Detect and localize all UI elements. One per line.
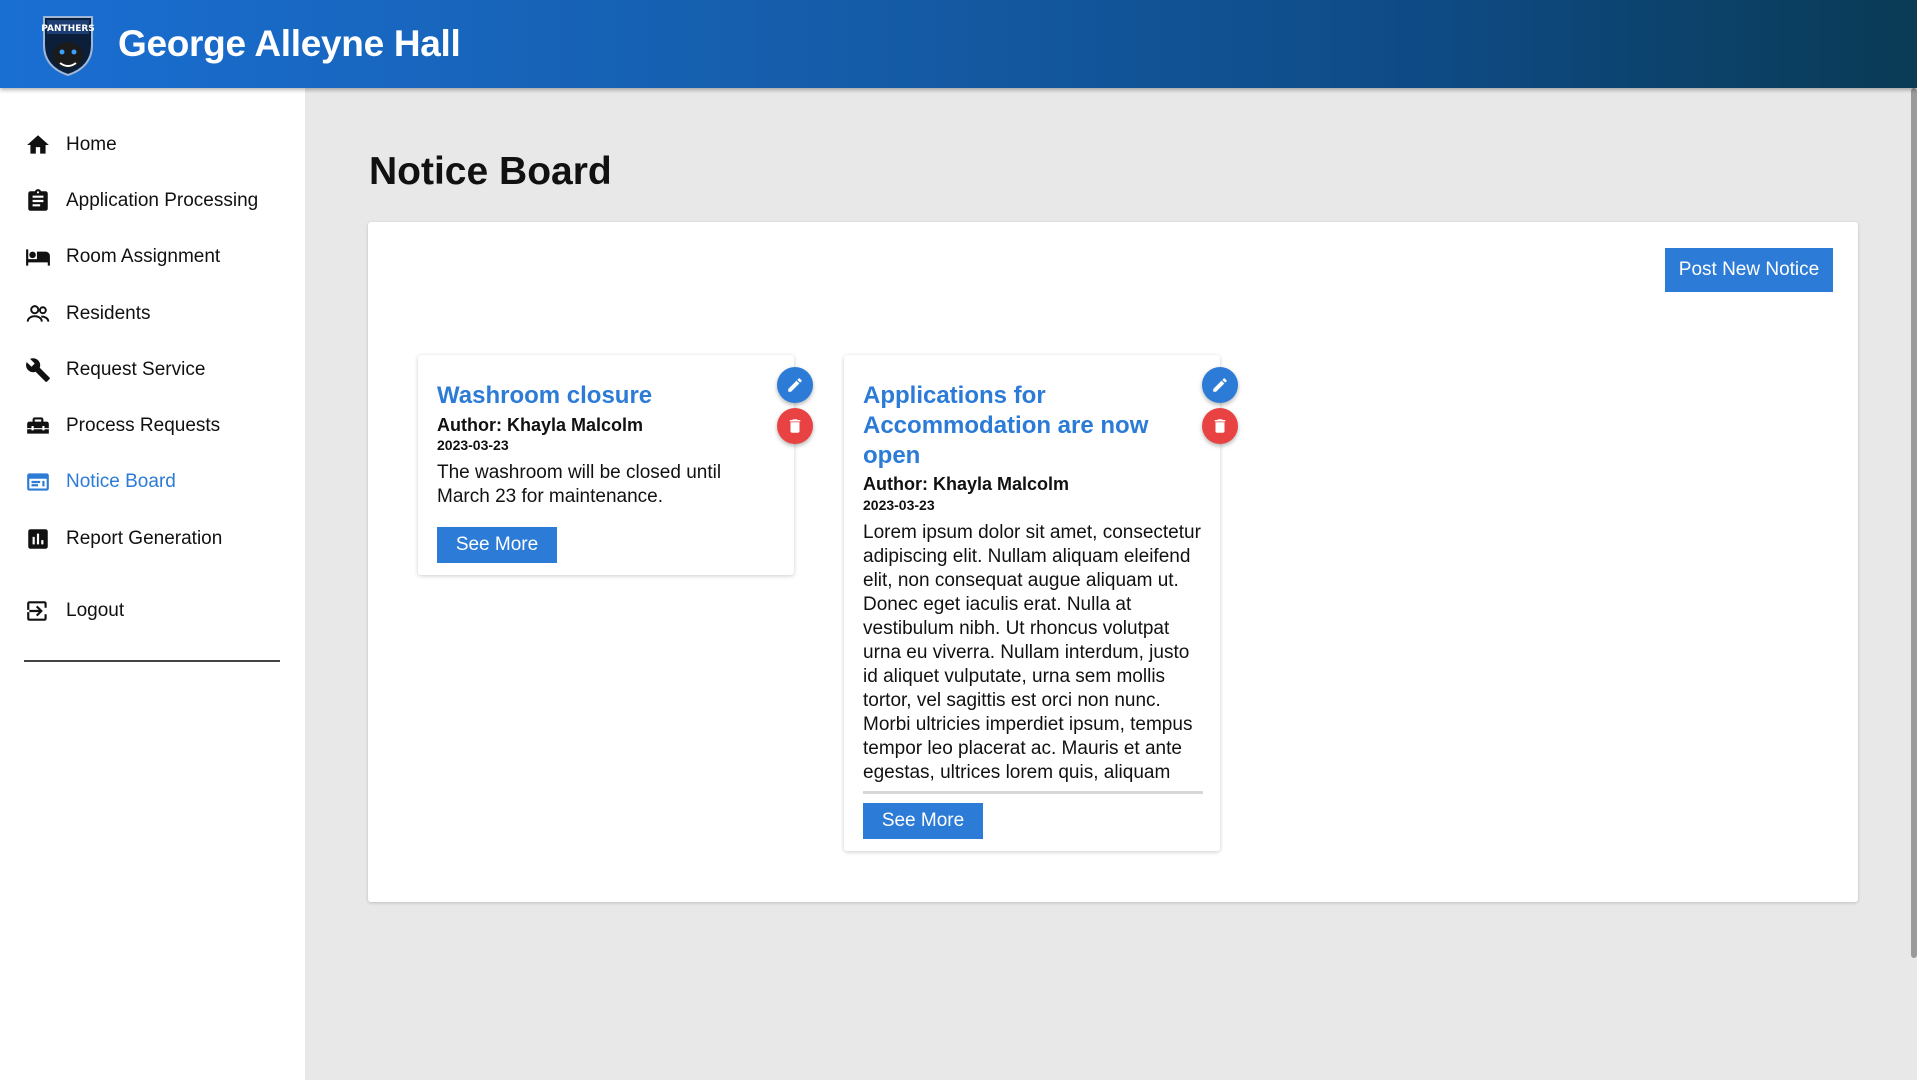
pencil-icon [788, 378, 802, 392]
clipboard-icon [24, 187, 52, 215]
board-icon [24, 468, 52, 496]
page-scrollbar[interactable] [1911, 88, 1917, 958]
notice-author: Author: Khayla Malcolm [437, 415, 644, 435]
sidebar-item-label: Home [66, 134, 117, 155]
page-title: Notice Board [369, 150, 612, 193]
trash-icon [789, 419, 801, 433]
see-more-button[interactable]: See More [863, 803, 983, 839]
bed-icon [24, 243, 52, 271]
post-new-notice-button[interactable]: Post New Notice [1665, 248, 1833, 292]
people-icon [24, 300, 52, 328]
bar-chart-icon [24, 525, 52, 553]
delete-notice-button[interactable] [777, 408, 813, 444]
notice-date: 2023-03-23 [863, 497, 935, 513]
wrench-icon [24, 356, 52, 384]
body-scroll-indicator[interactable] [863, 791, 1203, 794]
sidebar-item-label: Request Service [66, 359, 206, 380]
sidebar-item-notice-board[interactable]: Notice Board [24, 462, 176, 502]
sidebar-item-label: Report Generation [66, 528, 223, 549]
sidebar-item-application-processing[interactable]: Application Processing [24, 181, 258, 221]
notice-body: Lorem ipsum dolor sit amet, consectetur … [863, 522, 1201, 783]
sidebar: Home Application Processing Room Assignm… [0, 88, 305, 1080]
delete-notice-button[interactable] [1202, 408, 1238, 444]
logout-icon [24, 597, 52, 625]
notice-card: Applications for Accommodation are now o… [844, 355, 1220, 851]
notice-card: Washroom closure Author: Khayla Malcolm … [418, 355, 794, 575]
sidebar-item-label: Room Assignment [66, 246, 221, 267]
edit-notice-button[interactable] [1202, 367, 1238, 403]
sidebar-item-label: Residents [66, 303, 151, 324]
pencil-icon [1213, 378, 1227, 392]
notice-author: Author: Khayla Malcolm [863, 474, 1070, 494]
panthers-logo: PANTHERS [41, 16, 95, 77]
sidebar-item-logout[interactable]: Logout [24, 591, 124, 631]
trash-icon [1214, 419, 1226, 433]
see-more-button[interactable]: See More [437, 527, 557, 563]
notice-date: 2023-03-23 [437, 437, 509, 453]
sidebar-item-request-service[interactable]: Request Service [24, 350, 205, 390]
notice-title[interactable]: Applications for Accommodation are now o… [863, 381, 1163, 471]
sidebar-item-label: Application Processing [66, 190, 259, 211]
sidebar-item-label: Logout [66, 600, 125, 621]
home-icon [24, 131, 52, 159]
notice-title[interactable]: Washroom closure [437, 381, 652, 411]
sidebar-item-process-requests[interactable]: Process Requests [24, 406, 220, 446]
sidebar-item-home[interactable]: Home [24, 125, 117, 165]
sidebar-item-label: Notice Board [66, 471, 176, 492]
notice-body: The washroom will be closed until March … [437, 462, 722, 507]
sidebar-item-label: Process Requests [66, 415, 221, 436]
sidebar-item-room-assignment[interactable]: Room Assignment [24, 237, 220, 277]
sidebar-divider [24, 660, 280, 662]
toolbox-icon [24, 412, 52, 440]
sidebar-item-residents[interactable]: Residents [24, 294, 151, 334]
edit-notice-button[interactable] [777, 367, 813, 403]
svg-text:PANTHERS: PANTHERS [41, 24, 95, 34]
app-title: George Alleyne Hall [118, 23, 461, 64]
app-header: PANTHERS George Alleyne Hall [0, 0, 1917, 88]
sidebar-item-report-generation[interactable]: Report Generation [24, 519, 222, 559]
